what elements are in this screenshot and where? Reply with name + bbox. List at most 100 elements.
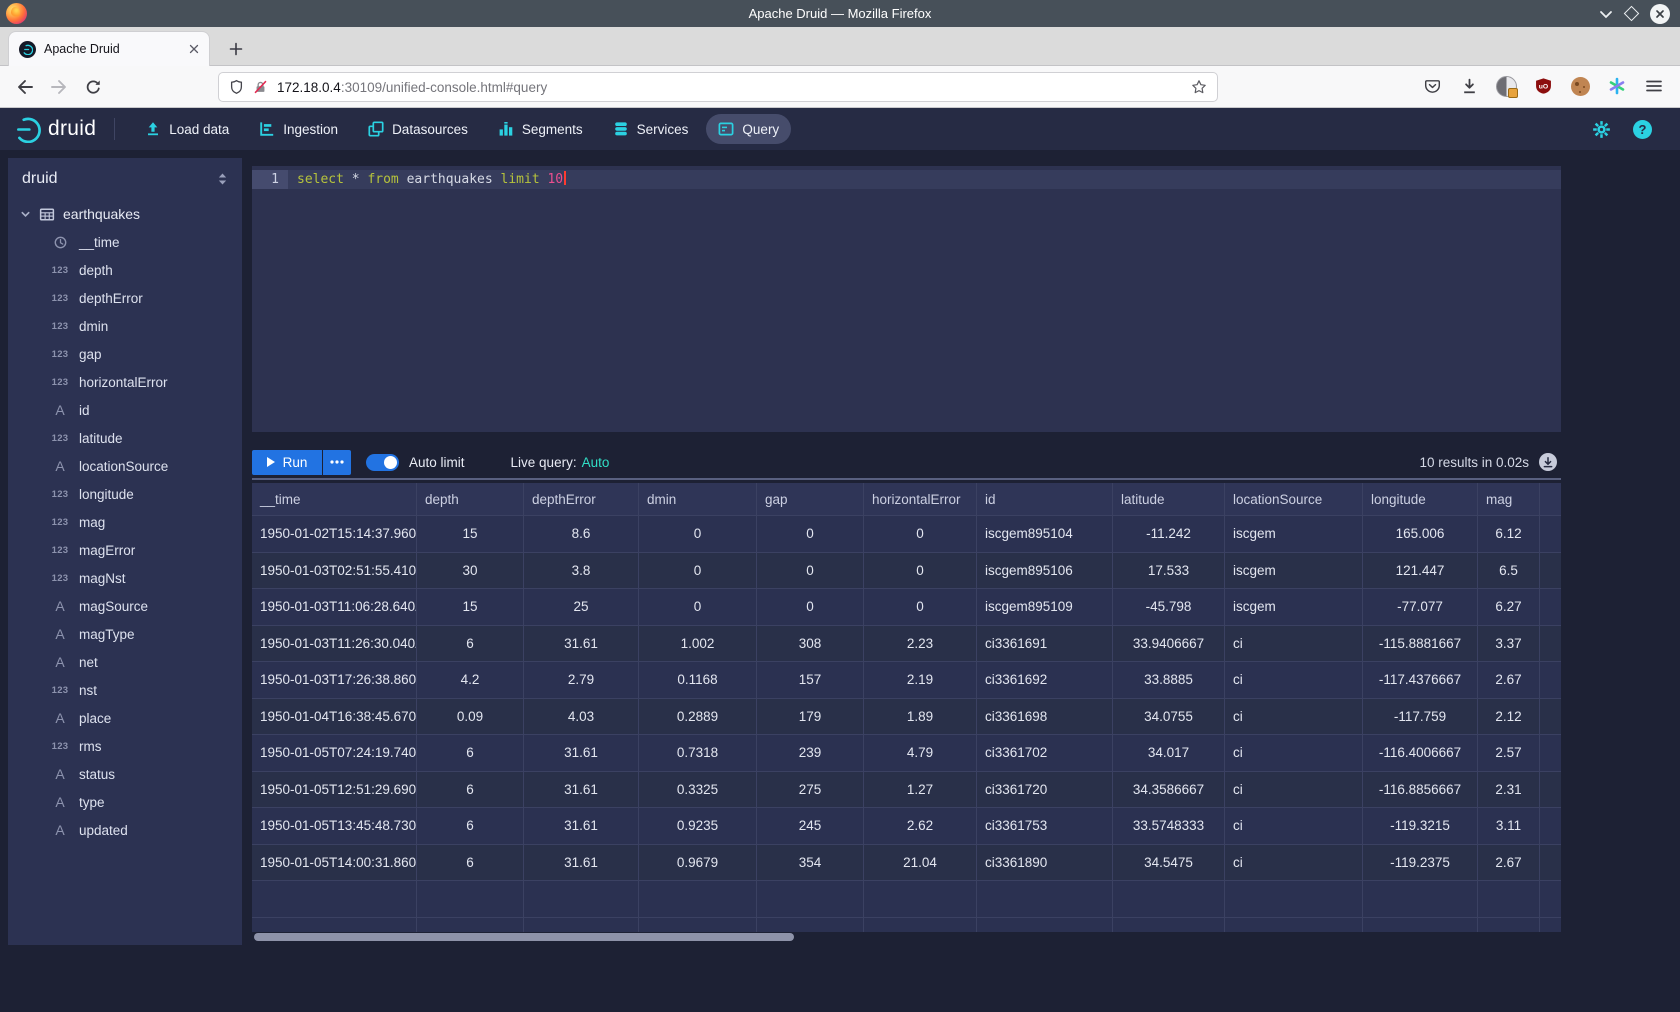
table-cell[interactable]: 0.3325 <box>639 772 757 809</box>
header-cell[interactable]: gap <box>757 483 864 516</box>
table-cell[interactable]: 31.61 <box>524 735 639 772</box>
table-cell[interactable]: 239 <box>757 735 864 772</box>
table-cell[interactable]: 245 <box>757 808 864 845</box>
url-bar[interactable]: 172.18.0.4:30109/unified-console.html#qu… <box>218 72 1218 102</box>
table-cell[interactable]: 0.9679 <box>639 845 757 882</box>
sidebar-column-latitude[interactable]: 123latitude <box>8 424 242 452</box>
table-cell[interactable]: ci3361692 <box>977 662 1113 699</box>
menu-hamburger-icon[interactable] <box>1642 74 1666 98</box>
table-cell[interactable]: ci3361753 <box>977 808 1113 845</box>
sidebar-column-updated[interactable]: Aupdated <box>8 816 242 844</box>
chevron-down-icon[interactable] <box>20 209 31 220</box>
table-cell[interactable]: ci3361720 <box>977 772 1113 809</box>
nav-item-query[interactable]: Query <box>706 114 791 144</box>
table-cell[interactable]: iscgem <box>1225 553 1363 590</box>
table-cell[interactable]: 3.37 <box>1478 626 1540 663</box>
table-cell[interactable]: -117.759 <box>1363 699 1478 736</box>
pocket-icon[interactable] <box>1420 74 1444 98</box>
table-cell[interactable]: 34.0755 <box>1113 699 1225 736</box>
table-cell[interactable]: 0 <box>639 589 757 626</box>
table-cell[interactable]: ci <box>1225 808 1363 845</box>
sidebar-column-net[interactable]: Anet <box>8 648 242 676</box>
run-button[interactable]: Run <box>252 450 322 475</box>
table-cell[interactable]: 6.27 <box>1478 589 1540 626</box>
table-cell[interactable]: 0 <box>757 589 864 626</box>
table-cell[interactable]: 6 <box>417 808 524 845</box>
table-cell[interactable]: 6.5 <box>1478 553 1540 590</box>
extension-account-icon[interactable] <box>1494 74 1518 98</box>
table-cell[interactable]: 0 <box>757 516 864 553</box>
table-cell[interactable]: 1950-01-04T16:38:45.670Z <box>252 699 417 736</box>
more-options-button[interactable] <box>323 450 351 475</box>
table-cell[interactable]: 354 <box>757 845 864 882</box>
browser-tab[interactable]: Apache Druid <box>8 31 210 66</box>
header-cell[interactable]: __time <box>252 483 417 516</box>
table-cell[interactable]: 34.017 <box>1113 735 1225 772</box>
table-cell[interactable]: 2.19 <box>864 662 977 699</box>
table-cell[interactable]: 4.79 <box>864 735 977 772</box>
window-maximize-icon[interactable] <box>1624 6 1640 22</box>
sidebar-item-earthquakes[interactable]: earthquakes <box>8 200 242 228</box>
druid-logo[interactable]: druid <box>14 116 96 143</box>
table-cell[interactable]: 21.04 <box>864 845 977 882</box>
table-cell[interactable]: 2.23 <box>864 626 977 663</box>
table-cell[interactable]: 275 <box>757 772 864 809</box>
sidebar-column-__time[interactable]: __time <box>8 228 242 256</box>
header-cell[interactable]: horizontalError <box>864 483 977 516</box>
header-cell[interactable]: latitude <box>1113 483 1225 516</box>
help-icon[interactable]: ? <box>1633 120 1652 139</box>
table-cell[interactable]: 0 <box>864 553 977 590</box>
table-cell[interactable]: 1950-01-05T13:45:48.730Z <box>252 808 417 845</box>
table-cell[interactable]: 2.31 <box>1478 772 1540 809</box>
sidebar-column-depthError[interactable]: 123depthError <box>8 284 242 312</box>
table-cell[interactable]: iscgem895109 <box>977 589 1113 626</box>
table-cell[interactable]: 6 <box>417 735 524 772</box>
live-query-value[interactable]: Auto <box>582 455 610 470</box>
table-cell[interactable]: 0.09 <box>417 699 524 736</box>
reload-button[interactable] <box>80 74 106 100</box>
sidebar-column-magSource[interactable]: AmagSource <box>8 592 242 620</box>
sort-columns-icon[interactable] <box>217 172 228 186</box>
window-minimize-icon[interactable] <box>1599 9 1613 19</box>
ublock-origin-icon[interactable]: uO <box>1531 74 1555 98</box>
table-cell[interactable]: ci <box>1225 772 1363 809</box>
table-cell[interactable]: 33.5748333 <box>1113 808 1225 845</box>
table-cell[interactable]: 1950-01-03T11:06:28.640Z <box>252 589 417 626</box>
header-cell[interactable]: depthError <box>524 483 639 516</box>
sidebar-column-locationSource[interactable]: AlocationSource <box>8 452 242 480</box>
table-cell[interactable]: 1.89 <box>864 699 977 736</box>
table-cell[interactable]: 15 <box>417 516 524 553</box>
tab-close-icon[interactable] <box>189 44 199 54</box>
header-cell[interactable]: mag <box>1478 483 1540 516</box>
table-cell[interactable]: 31.61 <box>524 772 639 809</box>
insecure-lock-icon[interactable] <box>253 79 268 95</box>
header-cell[interactable]: depth <box>417 483 524 516</box>
sidebar-column-id[interactable]: Aid <box>8 396 242 424</box>
downloads-icon[interactable] <box>1457 74 1481 98</box>
table-cell[interactable]: 0 <box>864 516 977 553</box>
table-cell[interactable]: 6 <box>417 626 524 663</box>
table-cell[interactable]: 1950-01-03T17:26:38.860Z <box>252 662 417 699</box>
bookmark-star-icon[interactable] <box>1191 79 1207 95</box>
table-cell[interactable]: ci <box>1225 699 1363 736</box>
table-cell[interactable]: 1950-01-05T14:00:31.860Z <box>252 845 417 882</box>
tracking-shield-icon[interactable] <box>229 79 244 95</box>
table-cell[interactable]: ci <box>1225 735 1363 772</box>
table-cell[interactable]: 2.79 <box>524 662 639 699</box>
header-cell[interactable]: dmin <box>639 483 757 516</box>
header-cell[interactable]: longitude <box>1363 483 1478 516</box>
table-cell[interactable]: -119.3215 <box>1363 808 1478 845</box>
table-cell[interactable]: 6 <box>417 845 524 882</box>
horizontal-scrollbar[interactable] <box>252 933 1561 942</box>
table-cell[interactable]: -77.077 <box>1363 589 1478 626</box>
table-cell[interactable]: 3.8 <box>524 553 639 590</box>
table-cell[interactable]: 31.61 <box>524 845 639 882</box>
table-cell[interactable]: 1950-01-03T11:26:30.040Z <box>252 626 417 663</box>
table-cell[interactable]: 2.12 <box>1478 699 1540 736</box>
table-cell[interactable]: 1950-01-02T15:14:37.960Z <box>252 516 417 553</box>
table-cell[interactable]: ci3361890 <box>977 845 1113 882</box>
sidebar-column-magType[interactable]: AmagType <box>8 620 242 648</box>
cookie-extension-icon[interactable] <box>1568 74 1592 98</box>
table-cell[interactable]: 0 <box>639 516 757 553</box>
table-cell[interactable]: 1950-01-05T07:24:19.740Z <box>252 735 417 772</box>
